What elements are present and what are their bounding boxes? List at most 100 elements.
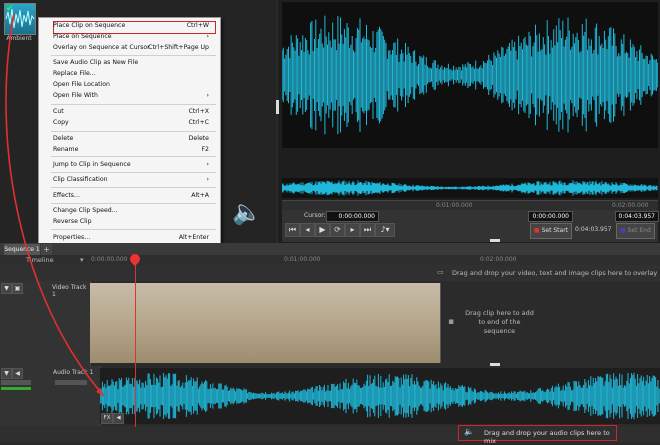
video-frame xyxy=(195,283,231,363)
loop-icon[interactable]: ⟳ xyxy=(330,223,345,237)
menu-item[interactable]: Overlay on Sequence at Cursor Ctrl+Shift+… xyxy=(53,43,209,53)
video-clip[interactable] xyxy=(90,283,441,363)
step-back-icon[interactable]: ◂ xyxy=(300,223,315,237)
overview-waveform[interactable] xyxy=(281,178,658,198)
audio-track-row: ▼ ◀ Audio Track 1 FX ◀ xyxy=(0,366,660,426)
menu-item[interactable]: Open File With › xyxy=(53,91,209,101)
preview-waveform xyxy=(281,2,659,148)
menu-item-label: Clip Classification xyxy=(53,176,108,183)
menu-item-shortcut: › xyxy=(206,92,209,99)
menu-item-shortcut: Ctrl+W xyxy=(186,22,209,29)
video-toggle-icon[interactable]: ▣ xyxy=(12,283,23,294)
level-indicator xyxy=(1,387,31,390)
menu-item[interactable]: Change Clip Speed... xyxy=(53,206,209,216)
audio-clip-thumbnail[interactable]: ✔ xyxy=(4,3,36,35)
menu-item[interactable]: Replace File... xyxy=(53,69,209,79)
speaker-icon: 🔈 xyxy=(232,198,262,226)
overview-tick: 0:01:00.000 xyxy=(436,202,473,209)
audio-clip[interactable] xyxy=(99,368,660,424)
add-sequence-button[interactable]: + xyxy=(41,244,52,255)
cursor-label: Cursor: xyxy=(304,212,326,219)
end-time[interactable]: 0:04:03.957 xyxy=(615,211,659,222)
step-forward-icon[interactable]: ▸ xyxy=(345,223,360,237)
overlay-hint: Drag and drop your video, text and image… xyxy=(452,269,658,277)
tab-label: Sequence 1 xyxy=(4,246,40,253)
video-frame xyxy=(300,283,336,363)
start-time[interactable]: 0:00:00.000 xyxy=(528,211,573,222)
menu-item[interactable]: Open File Location xyxy=(53,80,209,90)
collapse-icon[interactable]: ▼ xyxy=(1,283,12,294)
menu-item-shortcut: Alt+A xyxy=(191,192,209,199)
menu-item-shortcut: Delete xyxy=(188,135,209,142)
menu-item[interactable]: Cut Ctrl+X xyxy=(53,107,209,117)
cursor-time[interactable]: 0:00:00.000 xyxy=(326,211,379,222)
video-frame xyxy=(265,283,301,363)
go-start-icon[interactable]: ⏮ xyxy=(285,223,300,237)
menu-item-shortcut: F2 xyxy=(201,146,210,153)
menu-separator xyxy=(51,172,216,173)
audio-volume-icon[interactable]: ◀ xyxy=(113,413,124,424)
splitter-handle[interactable] xyxy=(490,239,500,242)
menu-item-label: Copy xyxy=(53,119,69,126)
menu-item[interactable]: Delete Delete xyxy=(53,134,209,144)
menu-item-shortcut: Ctrl+Shift+Page Up xyxy=(148,44,209,51)
menu-item-label: Replace File... xyxy=(53,70,96,77)
menu-item[interactable]: Place Clip on Sequence Ctrl+W xyxy=(53,21,209,31)
menu-item-label: Change Clip Speed... xyxy=(53,207,118,214)
ruler-dropdown-icon[interactable]: ▾ xyxy=(80,256,84,264)
menu-item-shortcut: › xyxy=(206,161,209,168)
set-end-button[interactable]: ■ Set End xyxy=(616,223,655,239)
menu-item-label: Jump to Clip in Sequence xyxy=(53,161,131,168)
menu-item-label: Rename xyxy=(53,146,79,153)
volume-icon[interactable]: ♪▾ xyxy=(375,223,395,237)
sequence-tabbar xyxy=(0,243,660,255)
collapse-icon[interactable]: ▼ xyxy=(1,368,12,379)
menu-item[interactable]: Save Audio Clip as New File xyxy=(53,58,209,68)
menu-separator xyxy=(51,156,216,157)
video-frame xyxy=(90,283,126,363)
play-icon[interactable]: ▶ xyxy=(315,223,330,237)
splitter-handle[interactable] xyxy=(276,100,279,114)
audio-mix-hint: Drag and drop your audio clips here to m… xyxy=(484,429,610,445)
playhead-line xyxy=(135,257,136,427)
set-start-label: Set Start xyxy=(541,227,569,234)
menu-item-label: Properties... xyxy=(53,234,91,241)
menu-separator xyxy=(51,229,216,230)
menu-item[interactable]: Jump to Clip in Sequence › xyxy=(53,160,209,170)
set-end-label: Set End xyxy=(627,227,651,234)
context-menu: Place Clip on Sequence Ctrl+W Place on Seq… xyxy=(38,17,221,246)
marker-icon: ■ xyxy=(534,227,540,234)
go-end-icon[interactable]: ⏭ xyxy=(360,223,375,237)
volume-meter xyxy=(1,380,31,385)
menu-separator xyxy=(51,55,216,56)
tab-sequence-1[interactable]: Sequence 1 × xyxy=(4,244,40,264)
menu-item[interactable]: Reverse Clip xyxy=(53,217,209,227)
mute-icon[interactable]: ◀ xyxy=(12,368,23,379)
menu-item[interactable]: Rename F2 xyxy=(53,145,209,155)
menu-item[interactable]: Properties... Alt+Enter xyxy=(53,233,209,243)
video-frame xyxy=(405,283,441,363)
audio-track-header: ▼ ◀ Audio Track 1 xyxy=(0,366,101,426)
menu-item[interactable]: Place on Sequence › xyxy=(53,32,209,42)
video-frame xyxy=(230,283,266,363)
menu-item[interactable]: Copy Ctrl+C xyxy=(53,118,209,128)
menu-item-label: Effects... xyxy=(53,192,80,199)
menu-item-label: Place on Sequence xyxy=(53,33,112,40)
overlay-track-row[interactable]: ▭ Drag and drop your video, text and ima… xyxy=(0,265,660,281)
pan-meter xyxy=(55,380,87,385)
video-frame xyxy=(160,283,196,363)
film-icon: ▪ xyxy=(448,317,455,327)
video-frame xyxy=(125,283,161,363)
menu-item[interactable]: Effects... Alt+A xyxy=(53,191,209,201)
ruler-label: Timeline xyxy=(26,256,54,264)
audio-track-label: Audio Track 1 xyxy=(53,369,94,376)
ruler-tick: 0:02:00.000 xyxy=(480,256,517,263)
fx-button[interactable]: FX xyxy=(101,413,113,424)
video-track-row: ▼ ▣ Video Track 1 ▪ Drag clip here to ad… xyxy=(0,281,660,366)
duration: 0:04:03.957 xyxy=(575,226,612,233)
menu-item-label: Cut xyxy=(53,108,64,115)
set-start-button[interactable]: ■ Set Start xyxy=(530,223,573,239)
menu-item[interactable]: Clip Classification › xyxy=(53,175,209,185)
menu-separator xyxy=(51,131,216,132)
video-frame xyxy=(335,283,371,363)
